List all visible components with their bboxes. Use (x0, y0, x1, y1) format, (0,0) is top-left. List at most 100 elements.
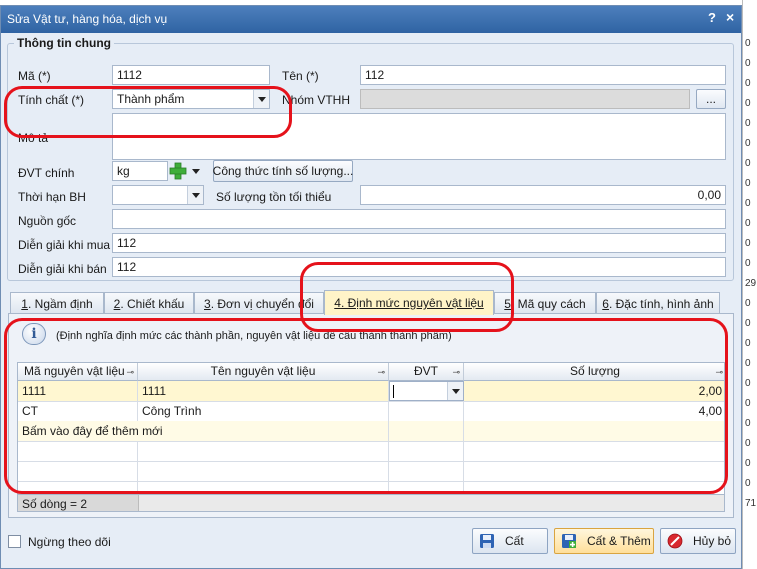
column-header-material-code[interactable]: Mã nguyên vật liệu ⊸ (18, 363, 138, 381)
column-header-label: Mã nguyên vật liệu (24, 364, 125, 378)
tab-discount[interactable]: 2. Chiết khấu (104, 292, 194, 314)
warranty-select[interactable] (112, 185, 204, 205)
row-quantity[interactable]: 2,00 (464, 381, 724, 401)
tab-spec-code[interactable]: 5. Mã quy cách (494, 292, 596, 314)
name-input[interactable]: 112 (360, 65, 726, 85)
column-header-label: Tên nguyên vật liệu (210, 364, 316, 378)
nature-select[interactable]: Thành phẩm (112, 89, 270, 109)
cancel-button[interactable]: Hủy bỏ (660, 528, 736, 554)
unit-label: ĐVT chính (18, 166, 75, 180)
tab-number: 2 (113, 296, 121, 311)
description-textarea[interactable] (112, 113, 726, 160)
row-material-code[interactable]: 1111 (18, 381, 138, 401)
name-label: Tên (*) (282, 69, 319, 83)
code-input[interactable]: 1112 (112, 65, 270, 85)
column-header-unit[interactable]: ĐVT ⊸ (389, 363, 464, 381)
row-quantity[interactable]: 4,00 (464, 401, 724, 421)
origin-input[interactable] (112, 209, 726, 229)
column-divider (137, 441, 138, 494)
tab-label: . Định mức nguyên vật liệu (340, 296, 484, 310)
tab-material-norm[interactable]: 4. Định mức nguyên vật liệu (324, 290, 494, 315)
background-number: 0 (745, 238, 751, 249)
description-label: Mô tả (18, 131, 49, 145)
unit-input[interactable]: kg (112, 161, 168, 181)
dialog-title: Sửa Vật tư, hàng hóa, dịch vụ (7, 12, 168, 26)
info-icon: i (22, 323, 46, 345)
row-material-name[interactable]: 1111 (138, 381, 389, 401)
save-and-add-button[interactable]: Cất & Thêm (554, 528, 654, 554)
row-divider (18, 481, 724, 482)
code-label: Mã (*) (18, 69, 51, 83)
row-unit[interactable] (389, 401, 464, 421)
origin-label: Nguồn gốc (18, 214, 77, 228)
row-material-name[interactable]: Công Trình (138, 401, 389, 421)
tab-number: 5 (504, 296, 511, 311)
sale-desc-label: Diễn giải khi bán (18, 262, 107, 276)
add-unit-icon[interactable] (168, 161, 188, 181)
background-number: 0 (745, 158, 751, 169)
material-grid: Mã nguyên vật liệu ⊸ Tên nguyên vật liệu ⊸… (17, 362, 725, 512)
chevron-down-icon[interactable] (447, 382, 463, 400)
pin-icon[interactable]: ⊸ (126, 364, 134, 381)
background-number: 0 (745, 378, 751, 389)
dialog-titlebar: Sửa Vật tư, hàng hóa, dịch vụ ? × (1, 6, 741, 33)
cancel-icon (667, 533, 683, 549)
close-button[interactable]: × (726, 9, 734, 25)
pin-icon[interactable]: ⊸ (452, 364, 460, 381)
background-number: 0 (745, 98, 751, 109)
row-material-code[interactable]: CT (18, 401, 138, 421)
group-input[interactable] (360, 89, 690, 109)
pin-icon[interactable]: ⊸ (715, 364, 723, 381)
chevron-down-icon[interactable] (187, 186, 203, 204)
tab-default[interactable]: 1. Ngầm định (10, 292, 104, 314)
background-number: 71 (745, 498, 757, 509)
quantity-formula-button[interactable]: Công thức tính số lượng... (213, 160, 353, 182)
info-text: (Định nghĩa định mức các thành phần, ngu… (56, 330, 452, 342)
tab-number: 3 (204, 296, 211, 311)
column-header-label: ĐVT (414, 364, 438, 378)
tab-unit-conversion[interactable]: 3. Đơn vị chuyển đổi (194, 292, 324, 314)
help-button[interactable]: ? (708, 10, 716, 25)
tab-label: . Đơn vị chuyển đổi (210, 296, 314, 311)
unit-dropdown-icon[interactable] (189, 164, 203, 178)
column-header-quantity[interactable]: Số lượng ⊸ (464, 363, 724, 381)
background-number: 0 (745, 218, 751, 229)
background-number: 0 (745, 198, 751, 209)
tab-label: . Đặc tính, hình ảnh (608, 296, 714, 311)
background-number: 0 (745, 338, 751, 349)
tab-number: 6 (602, 296, 609, 311)
background-number: 0 (745, 178, 751, 189)
background-number: 29 (745, 278, 757, 289)
column-divider (463, 421, 464, 494)
purchase-desc-input[interactable]: 112 (112, 233, 726, 253)
column-header-material-name[interactable]: Tên nguyên vật liệu ⊸ (138, 363, 389, 381)
row-unit-select[interactable] (389, 381, 464, 401)
background-number: 0 (745, 298, 751, 309)
pin-icon[interactable]: ⊸ (377, 364, 385, 381)
warranty-label: Thời hạn BH (18, 190, 86, 204)
row-divider (18, 441, 724, 442)
grid-footer-summary (138, 495, 724, 511)
background-number: 0 (745, 358, 751, 369)
background-number: 0 (745, 138, 751, 149)
background-number: 0 (745, 78, 751, 89)
background-number: 0 (745, 478, 751, 489)
purchase-desc-label: Diễn giải khi mua (18, 238, 111, 252)
floppy-icon (480, 534, 494, 548)
min-stock-input[interactable]: 0,00 (360, 185, 726, 205)
sale-desc-input[interactable]: 112 (112, 257, 726, 277)
stop-tracking-label: Ngừng theo dõi (28, 535, 111, 549)
general-info-title: Thông tin chung (14, 36, 114, 50)
min-stock-label: Số lượng tồn tối thiểu (216, 190, 332, 204)
save-button[interactable]: Cất (472, 528, 548, 554)
save-label: Cất (505, 534, 524, 548)
stop-tracking-checkbox[interactable] (8, 535, 21, 548)
background-number: 0 (745, 318, 751, 329)
tab-number: 4 (334, 296, 341, 310)
chevron-down-icon[interactable] (253, 90, 269, 108)
add-new-text[interactable]: Bấm vào đây để thêm mới (18, 421, 389, 441)
group-browse-button[interactable]: ... (696, 89, 726, 109)
row-count: Số dòng = 2 (22, 497, 88, 511)
tab-features-images[interactable]: 6. Đặc tính, hình ảnh (596, 292, 720, 314)
background-number: 0 (745, 438, 751, 449)
